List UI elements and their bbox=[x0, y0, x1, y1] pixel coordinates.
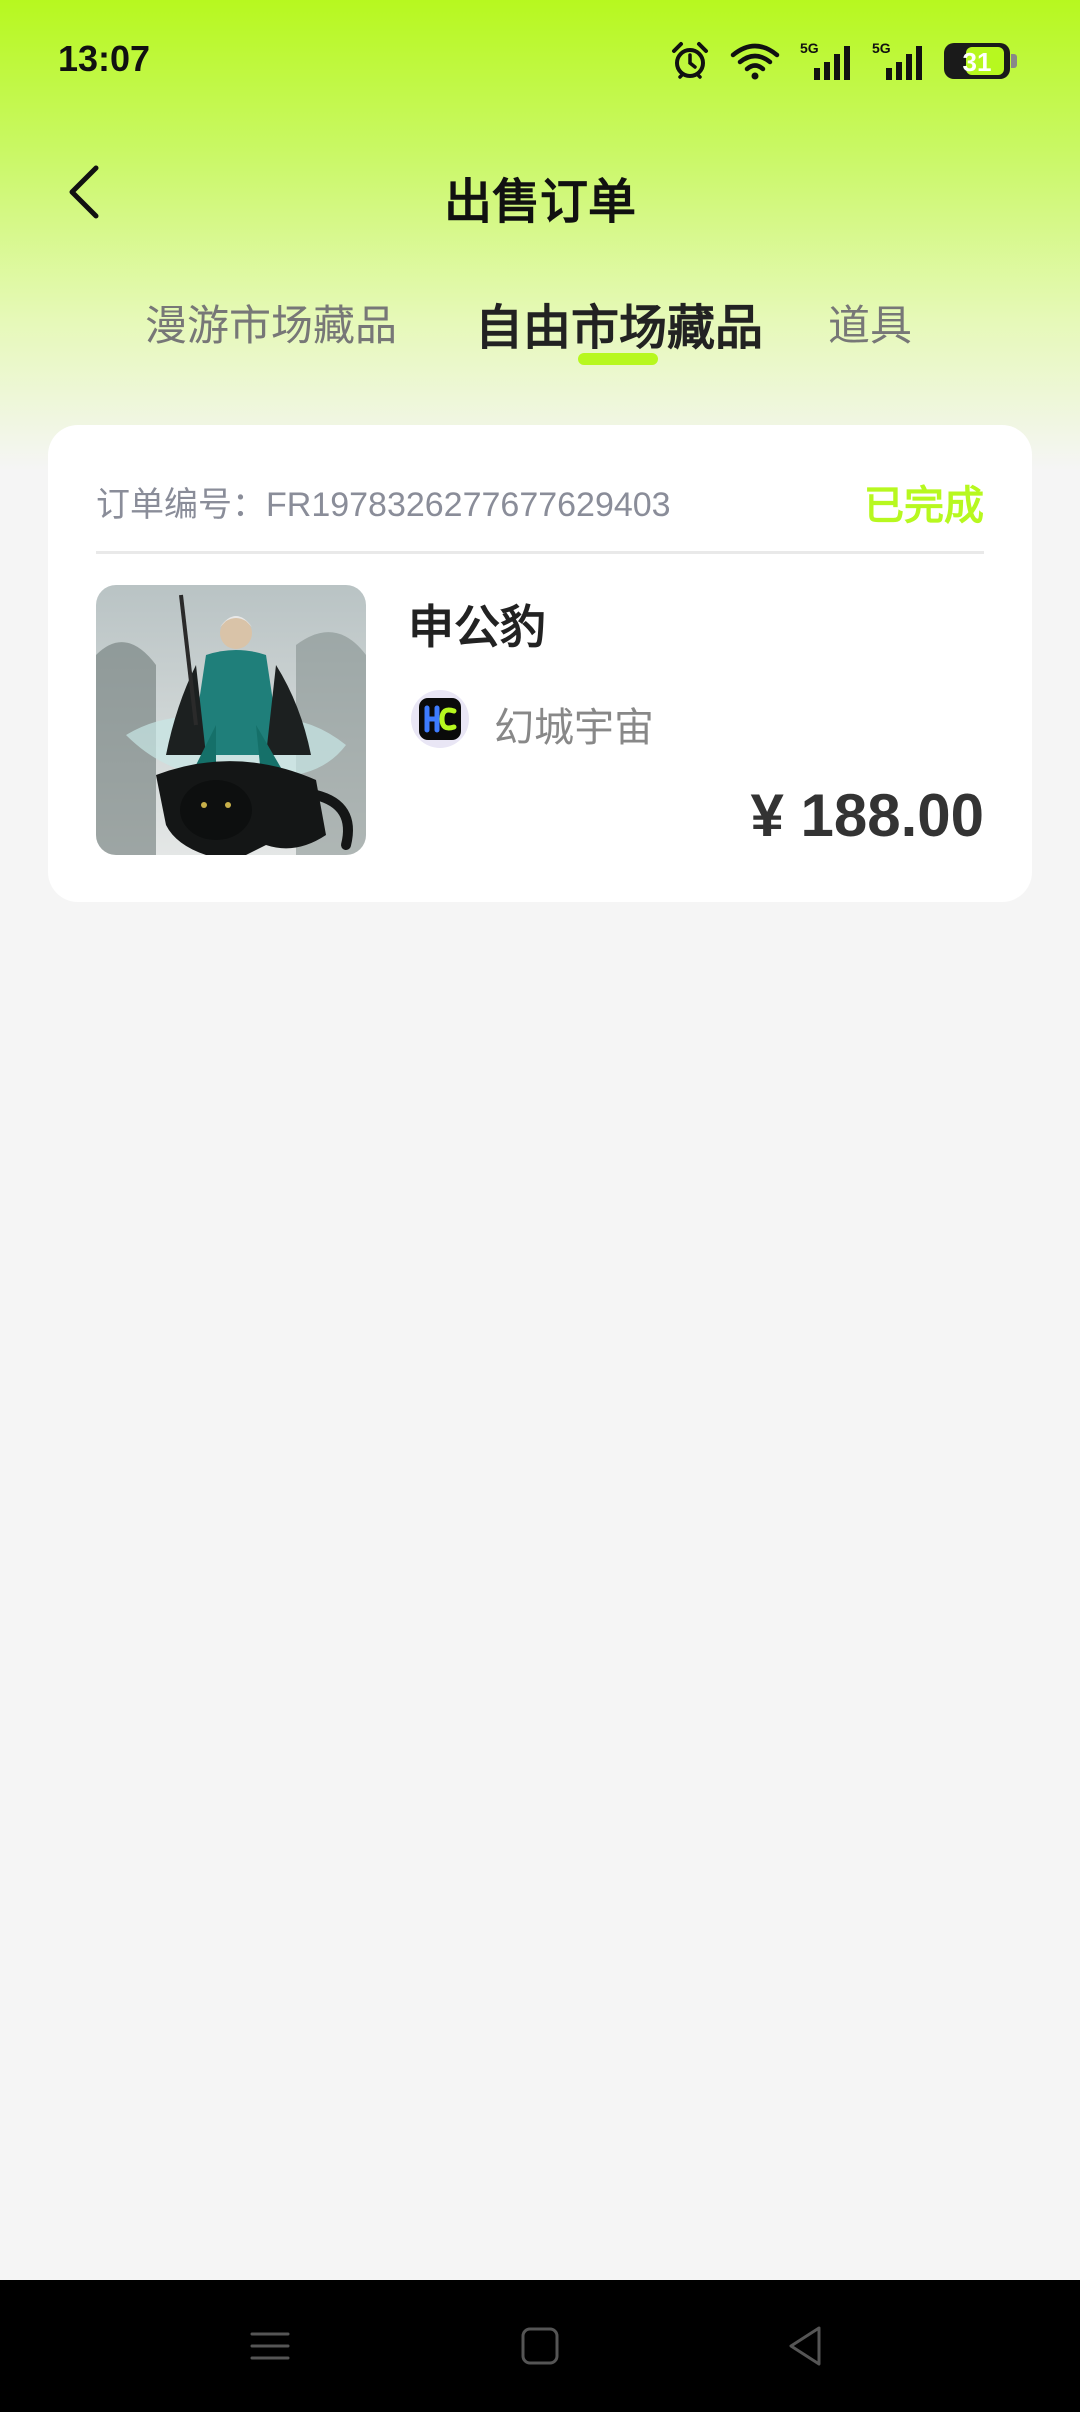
signal-5g-icon: 5G bbox=[800, 40, 850, 80]
system-nav-bar bbox=[0, 2280, 1080, 2412]
signal-5g-icon: 5G bbox=[872, 40, 922, 80]
issuer-name: 幻城宇宙 bbox=[494, 705, 654, 751]
battery-tip bbox=[1011, 54, 1017, 68]
tab-roaming-market[interactable]: 漫游市场藏品 bbox=[145, 292, 397, 353]
tab-free-market[interactable]: 自由市场藏品 bbox=[475, 288, 763, 358]
status-icons: 5G 5G 31 bbox=[670, 38, 1017, 84]
item-artwork bbox=[96, 585, 366, 855]
item-price: ¥ 188.00 bbox=[750, 782, 984, 849]
network-label: 5G bbox=[872, 40, 891, 56]
wifi-icon bbox=[730, 43, 780, 80]
network-label: 5G bbox=[800, 40, 819, 56]
divider bbox=[96, 551, 984, 554]
status-time: 13:07 bbox=[58, 38, 151, 79]
order-number: 订单编号：FR1978326277677629403 bbox=[96, 486, 671, 524]
tab-props[interactable]: 道具 bbox=[828, 292, 912, 353]
back-triangle-icon[interactable] bbox=[785, 2316, 825, 2376]
item-thumbnail[interactable] bbox=[96, 585, 366, 855]
order-card[interactable]: 订单编号：FR1978326277677629403 已完成 申公豹 幻城宇宙 … bbox=[48, 425, 1032, 902]
active-tab-indicator bbox=[578, 353, 658, 365]
menu-icon[interactable] bbox=[250, 2316, 290, 2376]
battery-percent: 31 bbox=[962, 47, 992, 77]
page-title: 出售订单 bbox=[443, 174, 636, 230]
item-name: 申公豹 bbox=[408, 600, 546, 654]
order-status: 已完成 bbox=[864, 483, 984, 529]
battery-icon: 31 bbox=[944, 43, 1017, 79]
alarm-icon bbox=[672, 42, 708, 79]
home-icon[interactable] bbox=[520, 2316, 560, 2376]
issuer-logo-icon bbox=[410, 689, 470, 749]
status-bar: 13:07 5G 5G 31 bbox=[0, 0, 1080, 120]
